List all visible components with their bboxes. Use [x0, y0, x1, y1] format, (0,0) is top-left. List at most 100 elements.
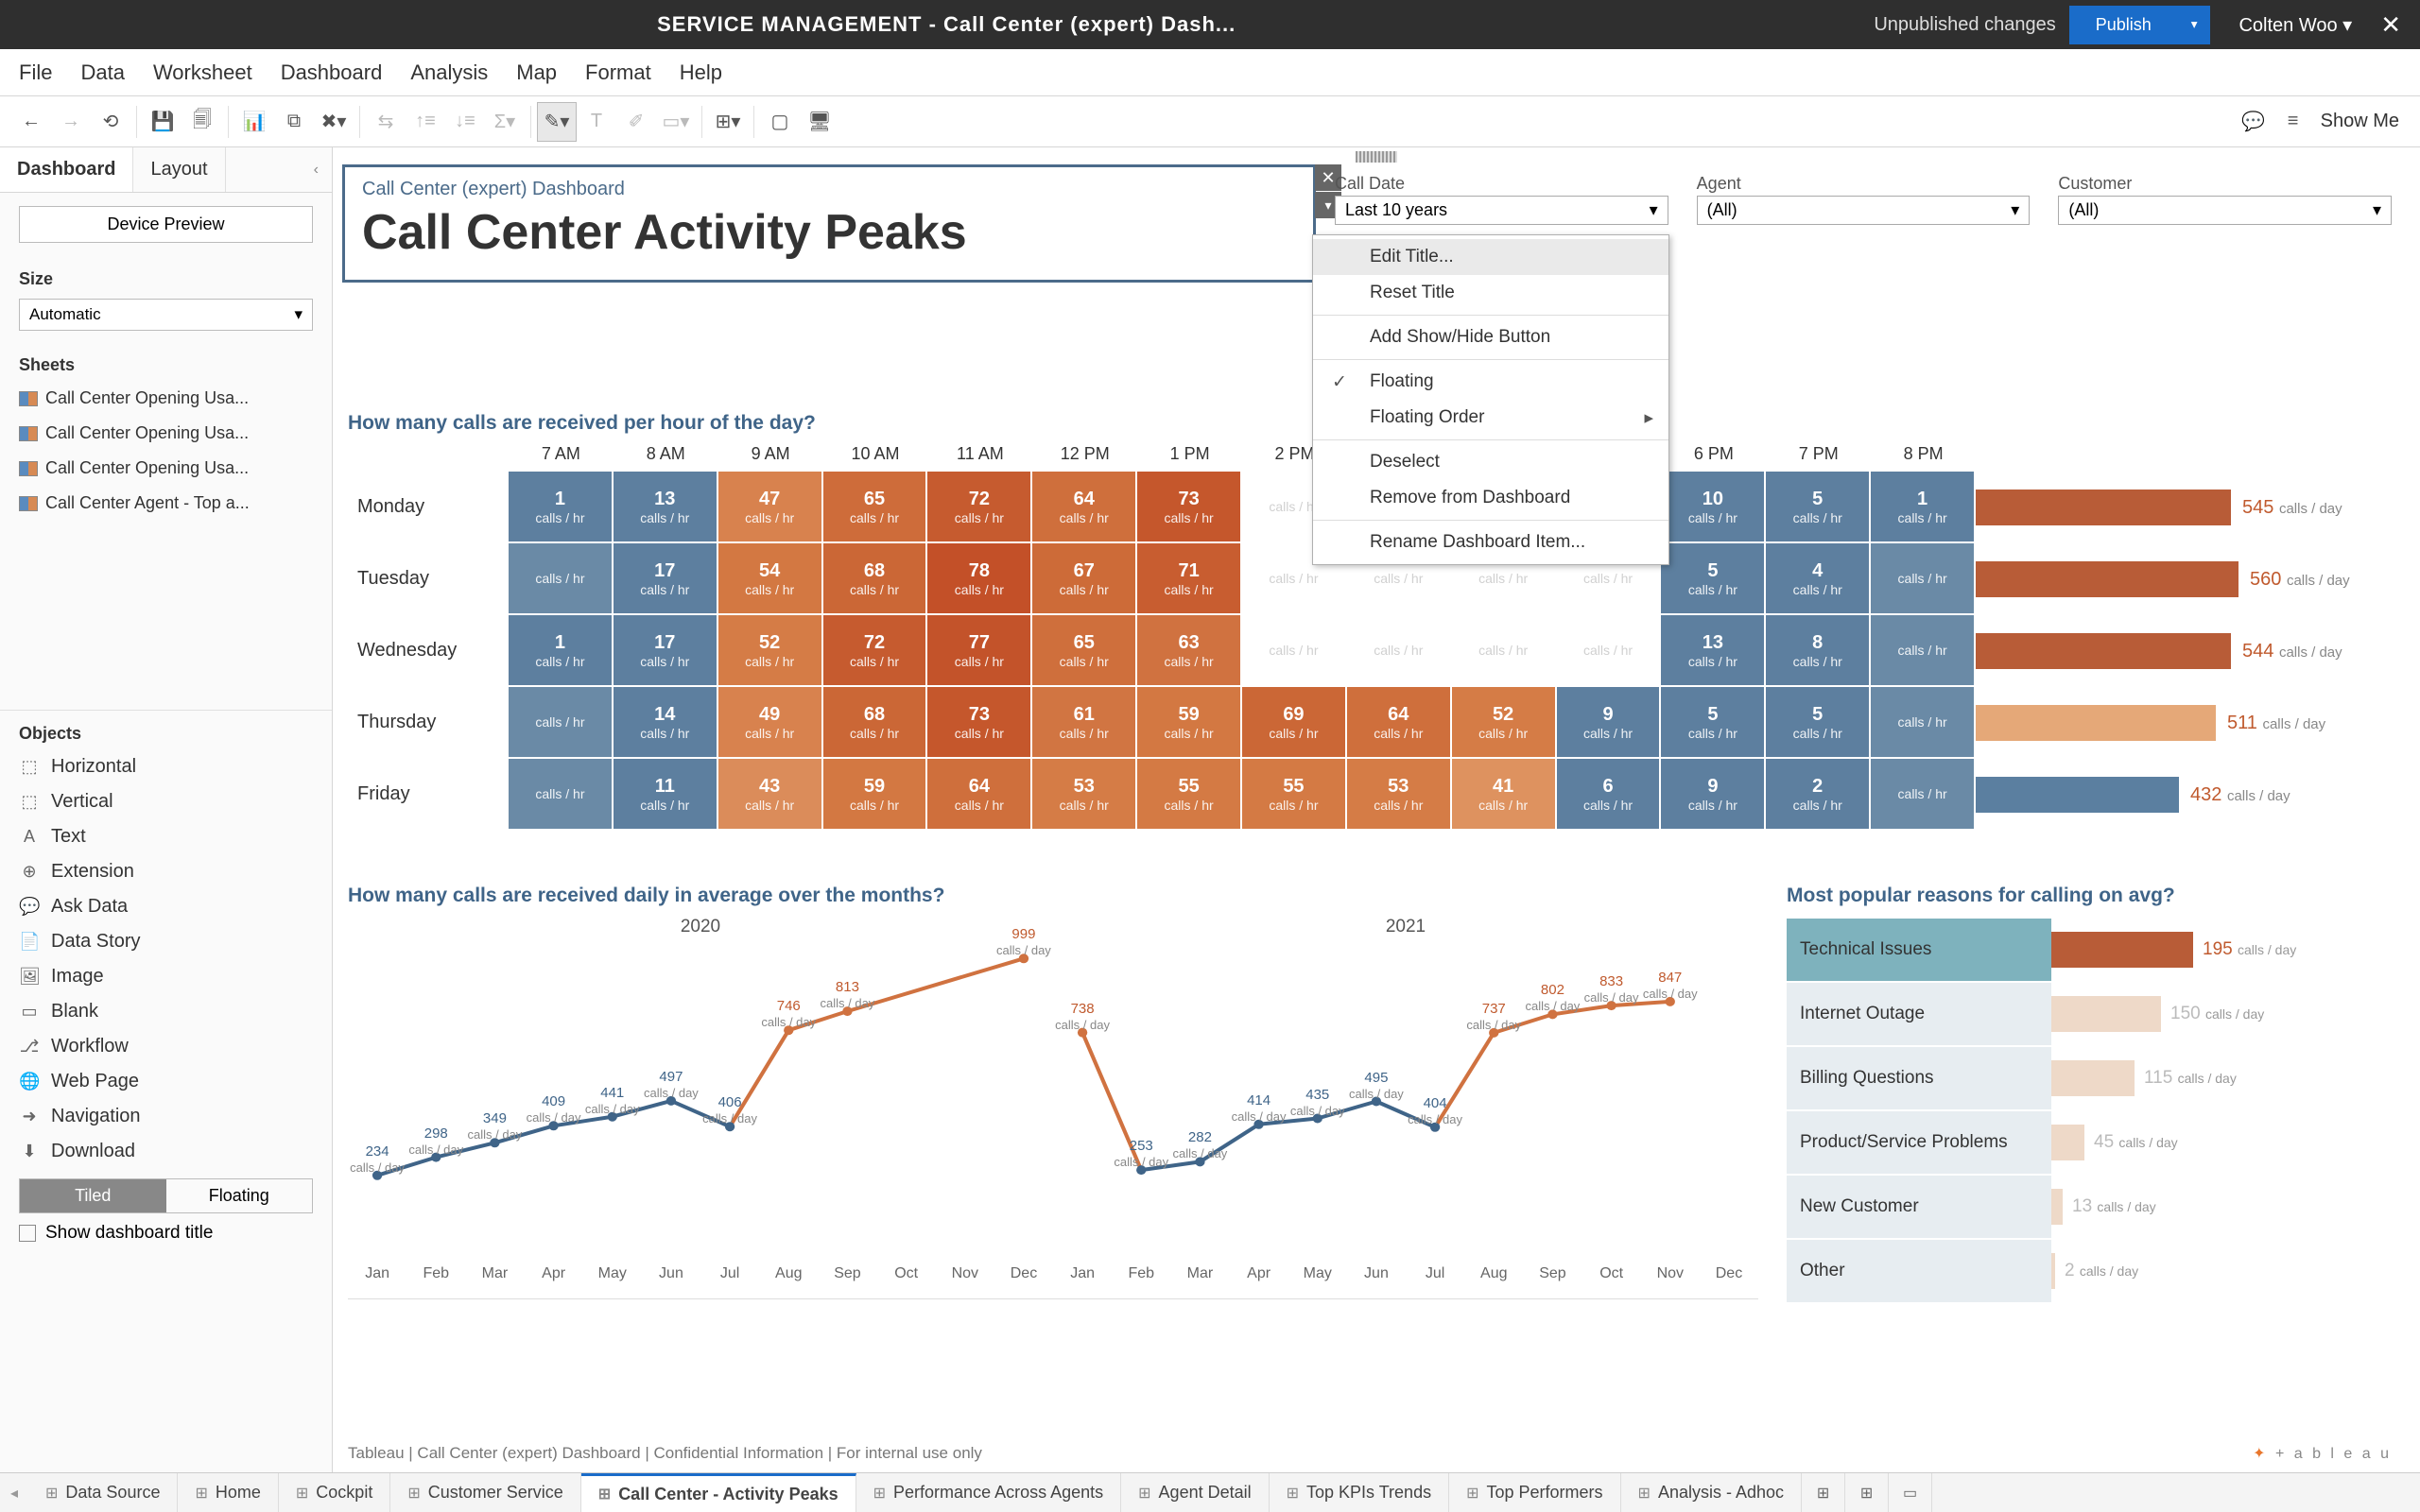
new-data-icon[interactable]: 🗐 — [182, 102, 222, 142]
heatmap-cell[interactable]: 65calls / hr — [823, 472, 928, 541]
tab-cockpit[interactable]: ⊞Cockpit — [279, 1473, 390, 1512]
object-horizontal[interactable]: ⬚Horizontal — [0, 749, 332, 784]
heatmap-cell[interactable]: 72calls / hr — [823, 615, 928, 685]
size-select[interactable]: Automatic▾ — [19, 299, 313, 331]
heatmap-cell[interactable]: calls / hr — [1871, 543, 1976, 613]
object-download[interactable]: ⬇Download — [0, 1134, 332, 1169]
show-dashboard-title-checkbox[interactable]: Show dashboard title — [19, 1223, 313, 1244]
explain-icon[interactable]: 💬 — [2234, 102, 2273, 142]
tile-float-toggle[interactable]: Tiled Floating — [19, 1178, 313, 1213]
object-extension[interactable]: ⊕Extension — [0, 854, 332, 889]
revert-icon[interactable]: ⟲ — [91, 102, 130, 142]
heatmap-cell[interactable]: 2calls / hr — [1766, 759, 1871, 829]
menu-format[interactable]: Format — [585, 60, 651, 85]
heatmap-cell[interactable]: 78calls / hr — [927, 543, 1032, 613]
heatmap-cell[interactable]: 73calls / hr — [927, 687, 1032, 757]
tab-call-center-activity-peaks[interactable]: ⊞Call Center - Activity Peaks — [581, 1473, 856, 1512]
heatmap-cell[interactable]: 6calls / hr — [1557, 759, 1662, 829]
object-navigation[interactable]: ➜Navigation — [0, 1099, 332, 1134]
heatmap-total-row[interactable]: 432 calls / day — [1976, 758, 2392, 830]
object-workflow[interactable]: ⎇Workflow — [0, 1029, 332, 1064]
heatmap-cell[interactable]: 17calls / hr — [614, 543, 718, 613]
heatmap-cell[interactable]: calls / hr — [1452, 615, 1557, 685]
new-worksheet-tab-icon[interactable]: ⊞ — [1802, 1473, 1845, 1512]
heatmap-cell[interactable]: 9calls / hr — [1557, 687, 1662, 757]
heatmap-cell[interactable]: 68calls / hr — [823, 543, 928, 613]
ctx-remove-from-dashboard[interactable]: Remove from Dashboard — [1313, 480, 1668, 516]
tab-home[interactable]: ⊞Home — [178, 1473, 278, 1512]
tab-dashboard[interactable]: Dashboard — [0, 147, 133, 192]
ctx-deselect[interactable]: Deselect — [1313, 444, 1668, 480]
heatmap-cell[interactable]: 4calls / hr — [1766, 543, 1871, 613]
heatmap-cell[interactable]: 5calls / hr — [1766, 472, 1871, 541]
line-chart-2021[interactable]: 2021738calls / day253calls / day282calls… — [1053, 917, 1758, 1295]
heatmap-cell[interactable]: 67calls / hr — [1032, 543, 1137, 613]
heatmap-cell[interactable]: calls / hr — [509, 759, 614, 829]
heatmap-cell[interactable]: 64calls / hr — [927, 759, 1032, 829]
showme-icon[interactable]: ≡ — [2273, 102, 2313, 142]
reason-row[interactable]: Other2 calls / day — [1787, 1238, 2392, 1302]
ctx-edit-title-[interactable]: Edit Title... — [1313, 239, 1668, 275]
tab-data-source[interactable]: ⊞Data Source — [28, 1473, 178, 1512]
heatmap-cell[interactable]: 1calls / hr — [509, 472, 614, 541]
heatmap-cell[interactable]: 13calls / hr — [614, 472, 718, 541]
heatmap-cell[interactable]: 9calls / hr — [1661, 759, 1766, 829]
line-chart-2020[interactable]: 2020234calls / day298calls / day349calls… — [348, 917, 1053, 1295]
object-web-page[interactable]: 🌐Web Page — [0, 1064, 332, 1099]
menu-analysis[interactable]: Analysis — [410, 60, 488, 85]
heatmap-cell[interactable]: 55calls / hr — [1137, 759, 1242, 829]
ctx-reset-title[interactable]: Reset Title — [1313, 275, 1668, 311]
sheet-item[interactable]: Call Center Opening Usa... — [9, 451, 322, 486]
object-data-story[interactable]: 📄Data Story — [0, 924, 332, 959]
heatmap-cell[interactable]: 14calls / hr — [614, 687, 718, 757]
heatmap-cell[interactable]: 1calls / hr — [1871, 472, 1976, 541]
device-preview-button[interactable]: Device Preview — [19, 206, 313, 243]
dashboard-title-zone[interactable]: Call Center (expert) Dashboard Call Cent… — [342, 164, 1316, 283]
sort-desc-icon[interactable]: ↓≡ — [445, 102, 485, 142]
close-icon[interactable]: ✕ — [2380, 10, 2401, 40]
heatmap-cell[interactable]: 61calls / hr — [1032, 687, 1137, 757]
tab-agent-detail[interactable]: ⊞Agent Detail — [1121, 1473, 1269, 1512]
object-blank[interactable]: ▭Blank — [0, 994, 332, 1029]
object-text[interactable]: AText — [0, 819, 332, 854]
heatmap-cell[interactable]: 64calls / hr — [1032, 472, 1137, 541]
heatmap-cell[interactable]: 72calls / hr — [927, 472, 1032, 541]
heatmap-cell[interactable]: calls / hr — [1242, 615, 1347, 685]
annotate-icon[interactable]: ✐ — [616, 102, 656, 142]
reason-row[interactable]: Billing Questions115 calls / day — [1787, 1045, 2392, 1109]
heatmap-cell[interactable]: 73calls / hr — [1137, 472, 1242, 541]
tab-analysis-adhoc[interactable]: ⊞Analysis - Adhoc — [1621, 1473, 1802, 1512]
tab-customer-service[interactable]: ⊞Customer Service — [390, 1473, 580, 1512]
presentation-icon[interactable]: ▢ — [760, 102, 800, 142]
menu-worksheet[interactable]: Worksheet — [153, 60, 252, 85]
ctx-floating-order[interactable]: Floating Order — [1313, 400, 1668, 436]
collapse-panel-icon[interactable]: ‹ — [301, 147, 332, 192]
heatmap-cell[interactable]: calls / hr — [1871, 687, 1976, 757]
new-story-tab-icon[interactable]: ▭ — [1889, 1473, 1932, 1512]
dashboard-canvas[interactable]: Call Center (expert) Dashboard Call Cent… — [333, 147, 2420, 1472]
heatmap-cell[interactable]: 47calls / hr — [718, 472, 823, 541]
sheet-item[interactable]: Call Center Opening Usa... — [9, 381, 322, 416]
menu-file[interactable]: File — [19, 60, 52, 85]
menu-help[interactable]: Help — [680, 60, 722, 85]
heatmap-cell[interactable]: 64calls / hr — [1347, 687, 1452, 757]
heatmap-cell[interactable]: 11calls / hr — [614, 759, 718, 829]
drag-handle-icon[interactable] — [1356, 151, 1397, 163]
heatmap-cell[interactable]: 54calls / hr — [718, 543, 823, 613]
tiled-option[interactable]: Tiled — [20, 1179, 166, 1212]
object-ask-data[interactable]: 💬Ask Data — [0, 889, 332, 924]
heatmap-cell[interactable]: calls / hr — [1557, 615, 1662, 685]
heatmap-total-row[interactable]: 511 calls / day — [1976, 686, 2392, 758]
ctx-rename-dashboard-item-[interactable]: Rename Dashboard Item... — [1313, 524, 1668, 560]
tab-layout[interactable]: Layout — [133, 147, 225, 192]
reason-row[interactable]: Technical Issues195 calls / day — [1787, 917, 2392, 981]
heatmap-cell[interactable]: 68calls / hr — [823, 687, 928, 757]
new-dashboard-tab-icon[interactable]: ⊞ — [1845, 1473, 1889, 1512]
filter-agent[interactable]: (All)▾ — [1697, 196, 2031, 225]
menu-data[interactable]: Data — [80, 60, 124, 85]
floating-option[interactable]: Floating — [166, 1179, 313, 1212]
sheet-item[interactable]: Call Center Opening Usa... — [9, 416, 322, 451]
heatmap-cell[interactable]: 17calls / hr — [614, 615, 718, 685]
heatmap-cell[interactable]: 77calls / hr — [927, 615, 1032, 685]
heatmap-cell[interactable]: calls / hr — [509, 543, 614, 613]
